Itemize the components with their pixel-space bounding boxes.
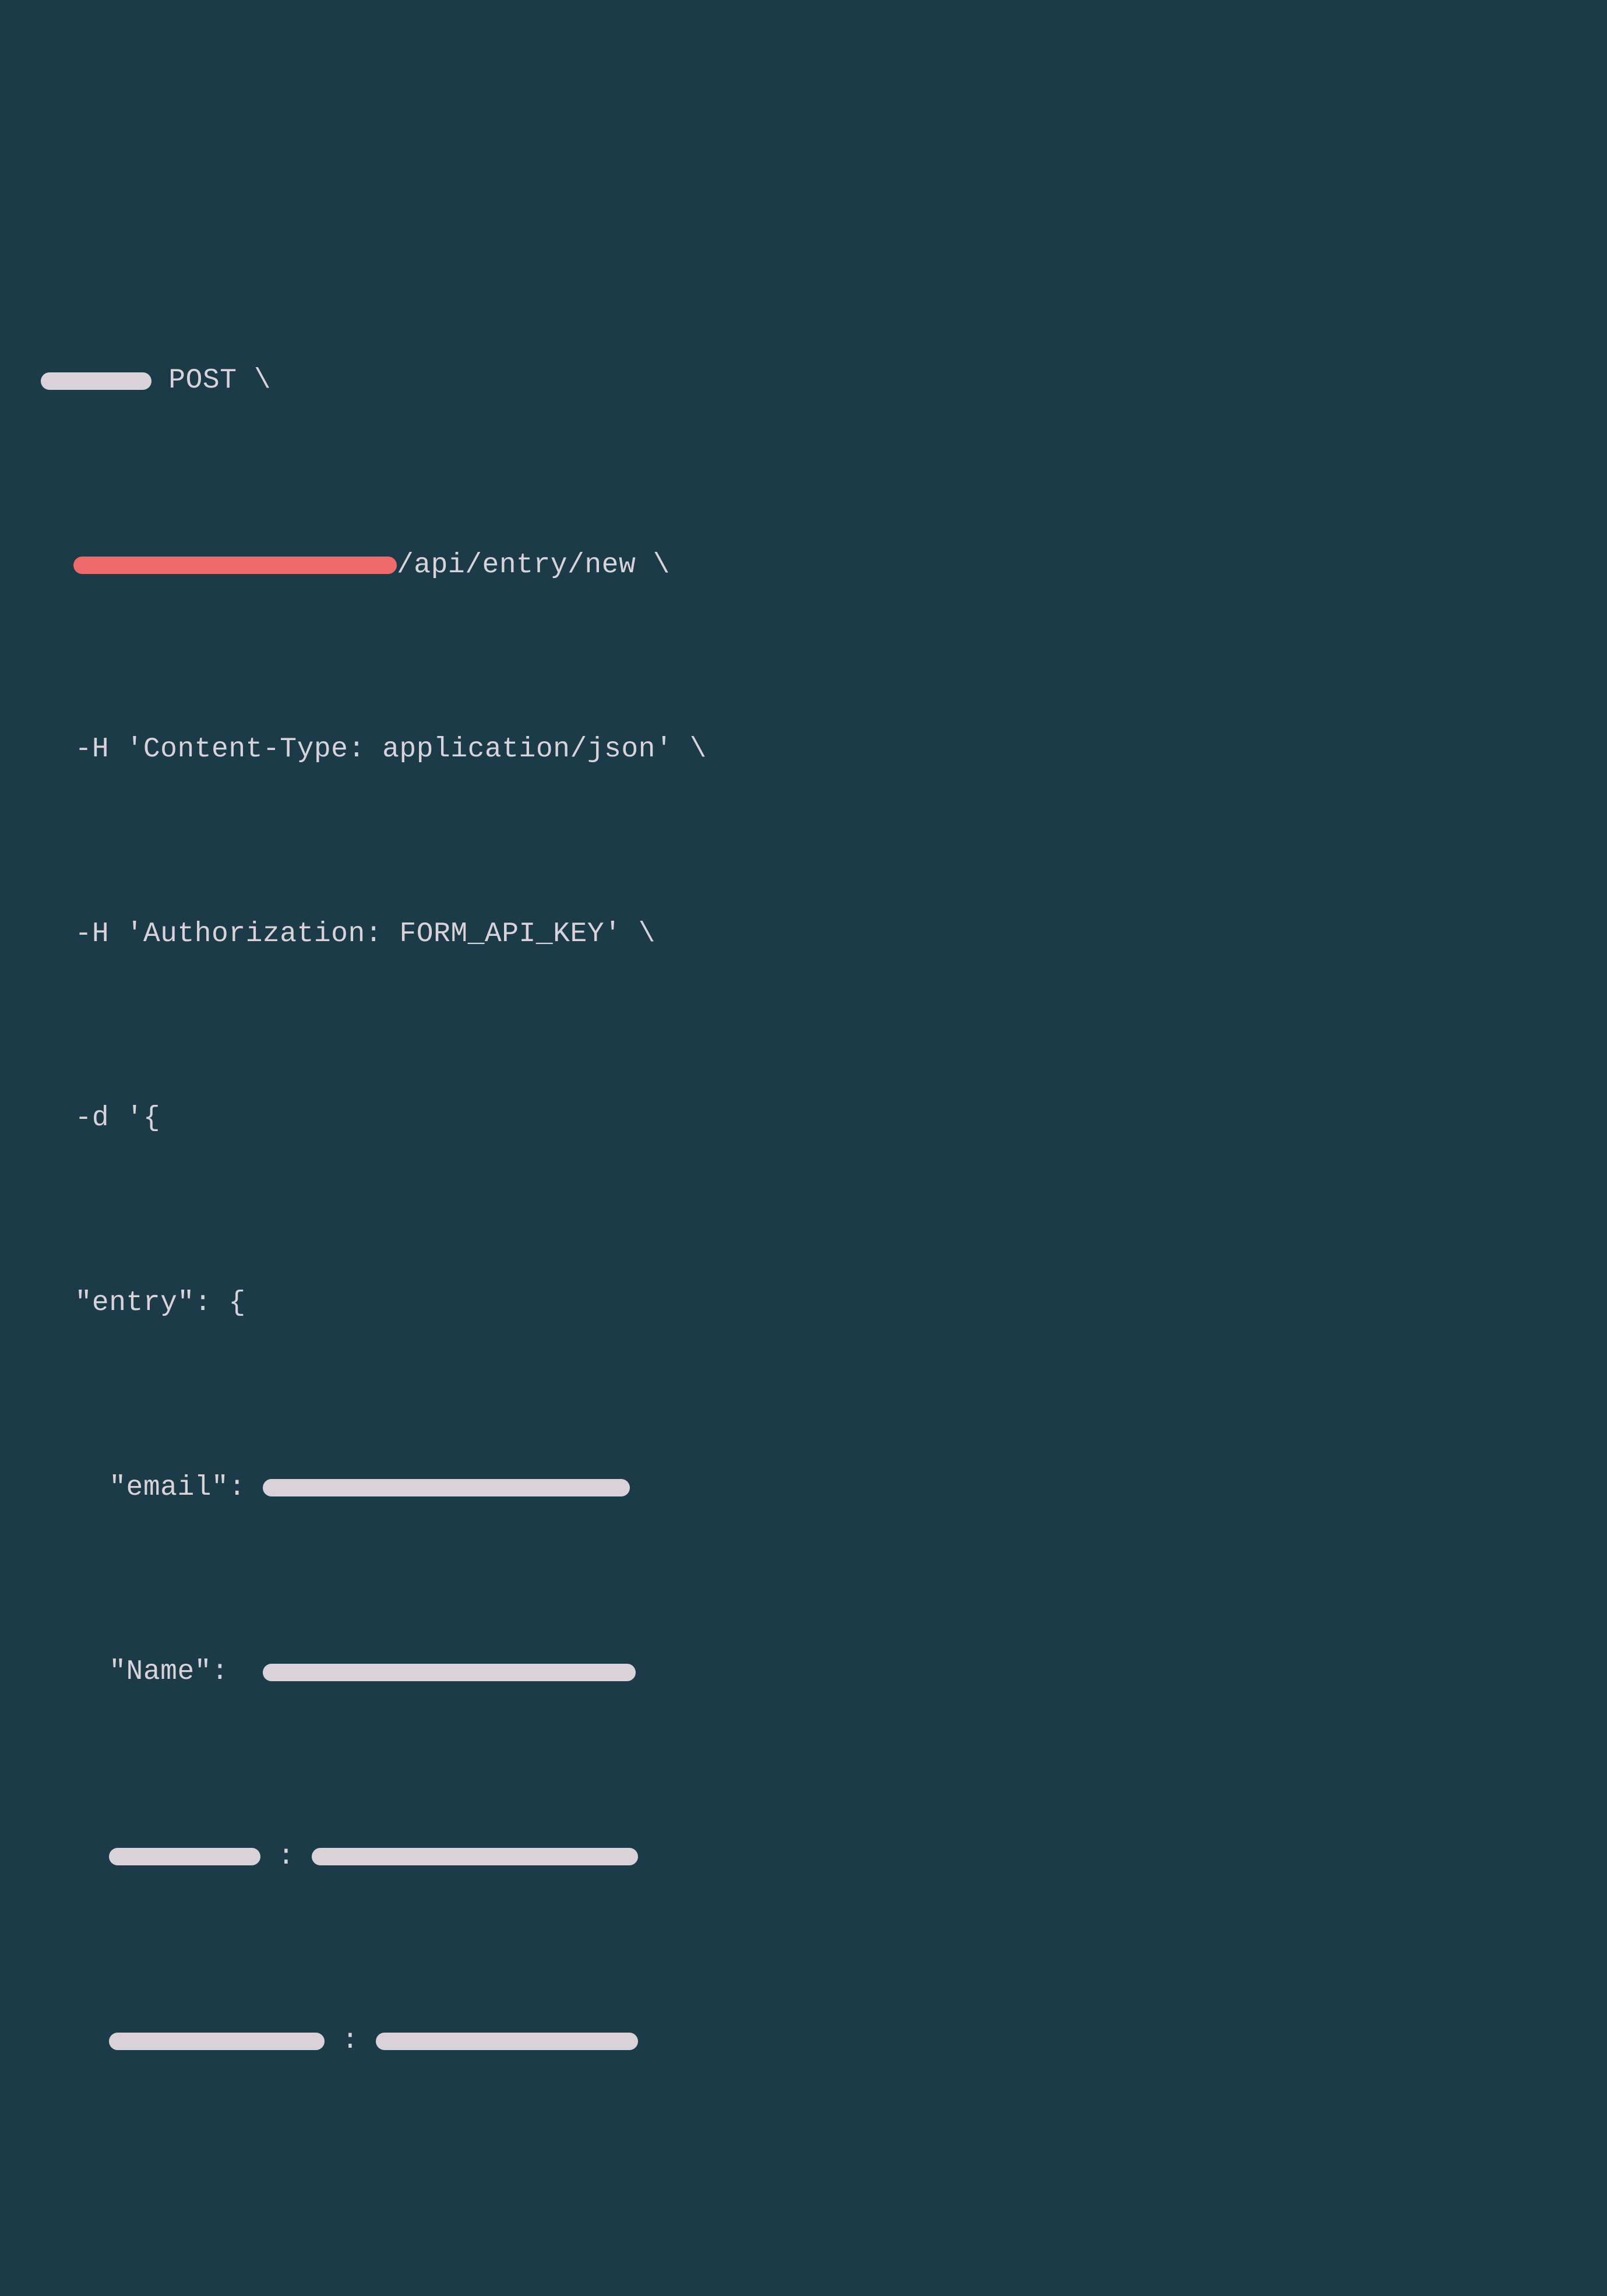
code-line-6: "entry": { [41, 1280, 1566, 1326]
code-text: -d '{ [41, 1096, 160, 1142]
code-line-4: -H 'Authorization: FORM_API_KEY' \ [41, 911, 1566, 957]
code-text: : [325, 2018, 376, 2064]
code-line-10: : [41, 2018, 1566, 2064]
code-text: -H 'Content-Type: application/json' \ [41, 727, 707, 773]
code-text [41, 2018, 109, 2064]
redacted-key-2 [109, 2033, 325, 2050]
code-line-9: : [41, 1834, 1566, 1880]
code-text: -H 'Authorization: FORM_API_KEY' \ [41, 911, 656, 957]
code-line-2: /api/entry/new \ [41, 543, 1566, 589]
code-line-3: -H 'Content-Type: application/json' \ [41, 727, 1566, 773]
code-line-8: "Name": [41, 1649, 1566, 1695]
code-line-5: -d '{ [41, 1096, 1566, 1142]
code-text: : [260, 1834, 312, 1880]
code-text: POST \ [151, 358, 271, 404]
code-line-1: POST \ [41, 358, 1566, 404]
code-line-blank [41, 2203, 1566, 2249]
code-snippet: POST \ /api/entry/new \ -H 'Content-Type… [41, 220, 1566, 2296]
redacted-value-2 [376, 2033, 638, 2050]
code-line-7: "email": [41, 1465, 1566, 1511]
redacted-name-value [263, 1664, 636, 1681]
code-text: "entry": { [41, 1280, 246, 1326]
redacted-url [73, 557, 397, 574]
code-text [41, 1834, 109, 1880]
code-text: /api/entry/new \ [397, 543, 670, 589]
code-text: "Name": [41, 1649, 263, 1695]
redacted-key-1 [109, 1848, 260, 1865]
redacted-email-value [263, 1479, 630, 1496]
code-text: "email": [41, 1465, 263, 1511]
redacted-command [41, 372, 151, 390]
redacted-value-1 [312, 1848, 638, 1865]
